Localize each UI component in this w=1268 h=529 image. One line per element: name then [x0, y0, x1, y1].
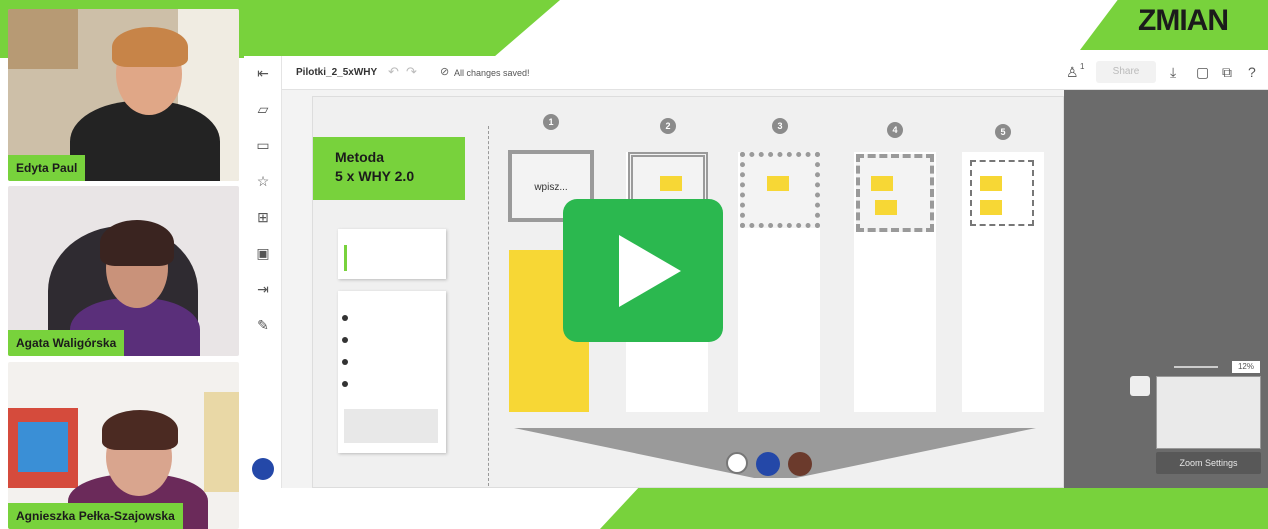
frame-5 — [970, 160, 1034, 226]
participant-name-3: Agnieszka Pełka-Szajowska — [8, 503, 183, 529]
undo-icon[interactable]: ↶ — [388, 64, 399, 80]
redo-icon[interactable]: ↷ — [406, 64, 417, 80]
share-label: Share — [1112, 66, 1140, 77]
exit-icon[interactable]: ⇤ — [254, 64, 272, 82]
fit-view-button[interactable] — [1130, 376, 1150, 396]
participant-name-1: Edyta Paul — [8, 155, 86, 181]
zoom-settings-button[interactable]: Zoom Settings — [1156, 452, 1261, 474]
grid-icon[interactable]: ⊞ — [254, 208, 272, 226]
info-card-1 — [338, 229, 446, 279]
sticky-note[interactable] — [660, 176, 682, 191]
board-name[interactable]: Pilotki_2_5xWHY — [296, 67, 377, 78]
sticky-note[interactable] — [875, 200, 897, 215]
board-title-card: Metoda 5 x WHY 2.0 — [313, 137, 465, 200]
comment-icon[interactable]: ▭ — [254, 136, 272, 154]
brand-logo: ZMIAN — [1138, 4, 1229, 37]
sticky-note[interactable] — [767, 176, 789, 191]
participant-tile-2: Agata Waligórska — [8, 186, 239, 356]
zoom-settings-label: Zoom Settings — [1179, 458, 1238, 468]
participant-name-2: Agata Waligórska — [8, 330, 125, 356]
sticky-note[interactable] — [980, 200, 1002, 215]
emoji-reaction-icon[interactable] — [726, 452, 748, 474]
sticky-note[interactable] — [871, 176, 893, 191]
frame-number-3: 3 — [772, 118, 788, 134]
sticky-note-icon[interactable]: ▱ — [254, 100, 272, 118]
frame-number-1: 1 — [543, 114, 559, 130]
star-icon[interactable]: ☆ — [254, 172, 272, 190]
download-icon[interactable]: ⤓ — [1170, 64, 1176, 81]
search-comments-icon[interactable]: ⧉ — [1222, 64, 1232, 81]
frame-4 — [856, 154, 934, 232]
board-title-line2: 5 x WHY 2.0 — [335, 168, 415, 184]
frame-number-5: 5 — [995, 124, 1011, 140]
zoom-slider[interactable] — [1174, 366, 1218, 368]
participant-tile-1: Edyta Paul — [8, 9, 239, 181]
green-footer-shape — [600, 486, 1268, 529]
collaborator-avatar[interactable] — [788, 452, 812, 476]
help-icon[interactable]: ? — [1248, 64, 1256, 80]
image-icon[interactable]: ▣ — [254, 244, 272, 262]
collaborator-avatar[interactable] — [756, 452, 780, 476]
frame-number-4: 4 — [887, 122, 903, 138]
sticky-note[interactable] — [980, 176, 1002, 191]
info-card-2 — [338, 291, 446, 453]
chat-icon[interactable]: ▢ — [1196, 64, 1209, 81]
import-icon[interactable]: ⇥ — [254, 280, 272, 298]
zoom-level: 12% — [1232, 361, 1260, 373]
collaborator-count: 1 — [1080, 62, 1085, 71]
divider-line — [488, 126, 489, 486]
play-button[interactable] — [563, 199, 723, 342]
first-frame-text: wpisz... — [534, 182, 568, 193]
left-toolbar: ⇤ ▱ ▭ ☆ ⊞ ▣ ⇥ ✎ — [244, 56, 282, 488]
minimap[interactable] — [1156, 376, 1261, 449]
board-title-line1: Metoda — [335, 149, 384, 165]
pen-icon[interactable]: ✎ — [254, 316, 272, 334]
collaborators-icon[interactable]: ♙ — [1066, 64, 1079, 81]
save-status: All changes saved! — [454, 68, 530, 78]
play-icon — [619, 235, 681, 307]
user-avatar[interactable] — [252, 458, 274, 480]
check-icon: ⊘ — [440, 66, 450, 78]
frame-number-2: 2 — [660, 118, 676, 134]
share-button[interactable]: Share — [1096, 61, 1156, 83]
participant-tile-3: Agnieszka Pełka-Szajowska — [8, 362, 239, 529]
